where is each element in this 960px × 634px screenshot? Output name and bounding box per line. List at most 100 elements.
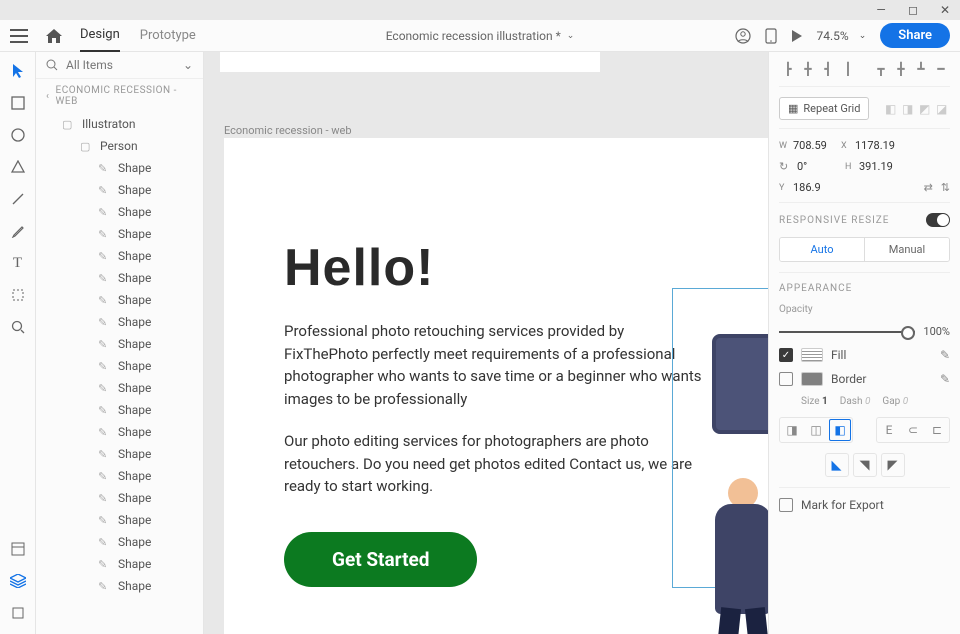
join-miter-icon[interactable]: ◣	[825, 453, 849, 477]
stroke-size[interactable]: Size 1	[801, 396, 828, 407]
assets-icon[interactable]	[9, 540, 27, 558]
artboard-tool[interactable]	[9, 286, 27, 304]
stroke-dash[interactable]: Dash 0	[840, 396, 871, 407]
rotation-field[interactable]: ↻0°	[779, 160, 839, 173]
align-bottom-icon[interactable]: ┻	[912, 60, 930, 78]
fill-checkbox[interactable]: ✓	[779, 348, 793, 362]
layers-icon[interactable]	[9, 572, 27, 590]
opacity-slider[interactable]	[779, 331, 915, 333]
device-preview-icon[interactable]	[765, 28, 777, 44]
bool-intersect-icon[interactable]: ◩	[919, 102, 933, 116]
artboard-title[interactable]: Economic recession - web	[224, 124, 352, 137]
responsive-toggle[interactable]	[926, 213, 950, 227]
flip-v-icon[interactable]: ⇅	[941, 181, 950, 194]
x-field[interactable]: x1178.19	[841, 139, 897, 152]
rectangle-tool[interactable]	[9, 94, 27, 112]
layer-item-shape[interactable]: ✎Shape	[36, 179, 203, 201]
layer-item-shape[interactable]: ✎Shape	[36, 157, 203, 179]
tab-prototype[interactable]: Prototype	[140, 20, 196, 51]
cap-square-icon[interactable]: ⊏	[926, 419, 948, 441]
layer-folder-root[interactable]: ▢ Illustraton	[36, 113, 203, 135]
distribute-h-icon[interactable]: ┃	[839, 60, 857, 78]
ellipse-tool[interactable]	[9, 126, 27, 144]
layers-breadcrumb[interactable]: ‹ ECONOMIC RECESSION - WEB	[36, 79, 203, 113]
stroke-inner-icon[interactable]: ◨	[781, 419, 803, 441]
share-button[interactable]: Share	[880, 23, 950, 48]
stroke-center-icon[interactable]: ◫	[805, 419, 827, 441]
home-icon[interactable]	[46, 29, 62, 43]
plugins-icon[interactable]	[9, 604, 27, 622]
layer-item-shape[interactable]: ✎Shape	[36, 531, 203, 553]
zoom-tool[interactable]	[9, 318, 27, 336]
line-tool[interactable]	[9, 190, 27, 208]
pen-tool[interactable]	[9, 222, 27, 240]
layer-item-shape[interactable]: ✎Shape	[36, 399, 203, 421]
cta-button[interactable]: Get Started	[284, 532, 477, 587]
cap-round-icon[interactable]: ⊂	[902, 419, 924, 441]
polygon-tool[interactable]	[9, 158, 27, 176]
play-icon[interactable]	[791, 29, 803, 43]
layer-item-shape[interactable]: ✎Shape	[36, 355, 203, 377]
seg-manual[interactable]: Manual	[864, 238, 949, 261]
close-icon[interactable]: ✕	[938, 3, 952, 17]
eyedropper-icon[interactable]: ✎	[940, 372, 950, 386]
layer-item-shape[interactable]: ✎Shape	[36, 487, 203, 509]
seg-auto[interactable]: Auto	[780, 238, 864, 261]
stroke-outer-icon[interactable]: ◧	[829, 419, 851, 441]
layer-item-shape[interactable]: ✎Shape	[36, 465, 203, 487]
body-paragraph-1[interactable]: Professional photo retouching services p…	[284, 320, 704, 410]
layer-item-shape[interactable]: ✎Shape	[36, 575, 203, 597]
eyedropper-icon[interactable]: ✎	[940, 348, 950, 362]
layer-folder-group[interactable]: ▢ Person	[36, 135, 203, 157]
align-vcenter-icon[interactable]: ╋	[892, 60, 910, 78]
cap-butt-icon[interactable]: E	[878, 419, 900, 441]
layers-filter[interactable]: All Items ⌄	[36, 52, 203, 79]
height-field[interactable]: h391.19	[845, 160, 901, 173]
layer-item-shape[interactable]: ✎Shape	[36, 311, 203, 333]
layer-item-shape[interactable]: ✎Shape	[36, 267, 203, 289]
layer-item-shape[interactable]: ✎Shape	[36, 377, 203, 399]
align-left-icon[interactable]: ┣	[779, 60, 797, 78]
distribute-v-icon[interactable]: ━	[932, 60, 950, 78]
headline-text[interactable]: Hello!	[284, 238, 708, 298]
menu-icon[interactable]	[10, 29, 28, 43]
align-top-icon[interactable]: ┳	[872, 60, 890, 78]
artboard[interactable]: Hello! Professional photo retouching ser…	[224, 138, 768, 634]
layer-item-shape[interactable]: ✎Shape	[36, 421, 203, 443]
layer-item-shape[interactable]: ✎Shape	[36, 333, 203, 355]
flip-h-icon[interactable]: ⇄	[924, 181, 933, 194]
tab-design[interactable]: Design	[80, 19, 120, 52]
maximize-icon[interactable]: ◻	[906, 3, 920, 17]
repeat-grid-button[interactable]: ▦ Repeat Grid	[779, 97, 869, 120]
bool-add-icon[interactable]: ◧	[885, 102, 899, 116]
zoom-level[interactable]: 74.5% ⌄	[817, 29, 867, 43]
fill-swatch[interactable]	[801, 348, 823, 362]
layer-item-shape[interactable]: ✎Shape	[36, 443, 203, 465]
canvas[interactable]: Economic recession - web Hello! Professi…	[204, 52, 768, 634]
align-right-icon[interactable]: ┫	[819, 60, 837, 78]
layer-item-shape[interactable]: ✎Shape	[36, 245, 203, 267]
body-paragraph-2[interactable]: Our photo editing services for photograp…	[284, 430, 704, 498]
bool-subtract-icon[interactable]: ◨	[902, 102, 916, 116]
select-tool[interactable]	[9, 62, 27, 80]
align-hcenter-icon[interactable]: ╋	[799, 60, 817, 78]
layer-item-shape[interactable]: ✎Shape	[36, 509, 203, 531]
layer-item-shape[interactable]: ✎Shape	[36, 553, 203, 575]
illustration-tablet[interactable]	[712, 334, 768, 434]
export-checkbox[interactable]	[779, 498, 793, 512]
text-tool[interactable]: T	[9, 254, 27, 272]
layer-item-shape[interactable]: ✎Shape	[36, 201, 203, 223]
join-bevel-icon[interactable]: ◤	[881, 453, 905, 477]
stroke-gap[interactable]: Gap 0	[882, 396, 908, 407]
illustration-person[interactable]	[708, 478, 768, 634]
border-swatch[interactable]	[801, 372, 823, 386]
layer-item-shape[interactable]: ✎Shape	[36, 223, 203, 245]
user-icon[interactable]	[735, 28, 751, 44]
join-round-icon[interactable]: ◥	[853, 453, 877, 477]
width-field[interactable]: w708.59	[779, 139, 835, 152]
document-title[interactable]: Economic recession illustration * ⌄	[386, 29, 575, 43]
resize-mode-segment[interactable]: Auto Manual	[779, 237, 950, 262]
border-checkbox[interactable]	[779, 372, 793, 386]
y-field[interactable]: y186.9	[779, 181, 835, 194]
layer-item-shape[interactable]: ✎Shape	[36, 289, 203, 311]
